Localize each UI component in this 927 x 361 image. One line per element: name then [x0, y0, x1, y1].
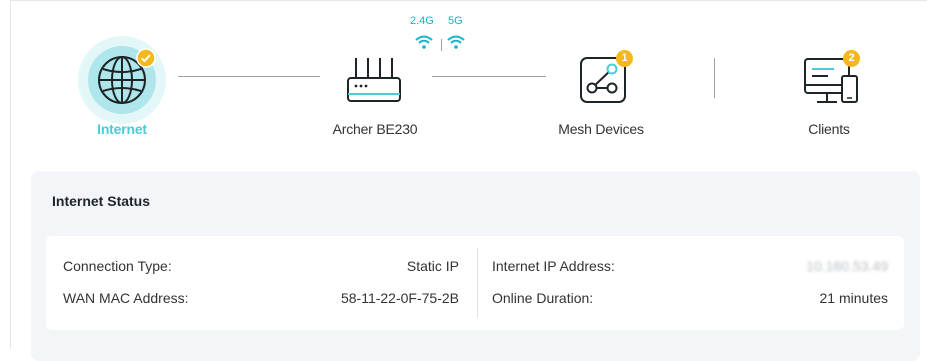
internet-status-title: Internet Status [52, 193, 151, 209]
mesh-clients-divider [714, 58, 715, 98]
clients-label: Clients [808, 121, 850, 137]
card-divider [477, 248, 478, 318]
band-24g-label: 2.4G [410, 15, 434, 27]
wifi-5g-icon [446, 33, 466, 51]
internet-ip-value: 10.160.53.49 [806, 258, 888, 274]
band-5g-label: 5G [448, 15, 463, 27]
internet-label: Internet [97, 121, 147, 137]
mesh-count-badge: 1 [616, 50, 633, 67]
router-node[interactable] [346, 56, 402, 106]
band-separator [441, 39, 442, 51]
router-label: Archer BE230 [332, 121, 418, 137]
wan-mac-label: WAN MAC Address: [63, 290, 189, 306]
check-badge-icon [136, 48, 156, 68]
mesh-label: Mesh Devices [558, 121, 644, 137]
clients-count-badge: 2 [843, 50, 860, 67]
online-duration-value: 21 minutes [819, 290, 888, 306]
connection-type-value: Static IP [406, 258, 459, 274]
link-router-mesh [432, 76, 546, 77]
wan-mac-value: 58-11-22-0F-75-2B [340, 290, 459, 306]
connection-type-label: Connection Type: [63, 258, 172, 274]
online-duration-label: Online Duration: [492, 290, 594, 306]
internet-ip-label: Internet IP Address: [492, 258, 615, 274]
router-icon [347, 58, 401, 102]
link-internet-router [178, 76, 320, 77]
wifi-24g-icon [414, 33, 434, 51]
internet-status-card [46, 236, 904, 330]
